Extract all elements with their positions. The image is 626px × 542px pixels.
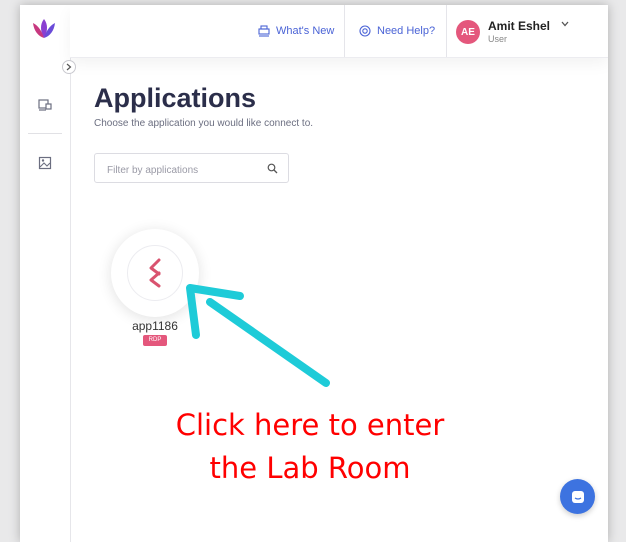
chat-icon bbox=[571, 490, 584, 503]
printer-icon bbox=[258, 25, 270, 37]
user-name[interactable]: Amit Eshel bbox=[488, 19, 550, 33]
filter-applications-box bbox=[94, 153, 289, 183]
need-help-link[interactable]: Need Help? bbox=[359, 5, 435, 57]
page-title: Applications bbox=[94, 83, 257, 113]
annotation-line-1: Click here to enter bbox=[175, 408, 445, 442]
app-tile[interactable] bbox=[111, 229, 199, 317]
search-icon[interactable] bbox=[267, 163, 278, 174]
page-subtitle: Choose the application you would like co… bbox=[94, 118, 314, 129]
whats-new-label: What's New bbox=[276, 25, 335, 37]
filter-applications-input[interactable] bbox=[105, 161, 259, 179]
sidebar-divider bbox=[28, 133, 62, 134]
user-role: User bbox=[488, 34, 508, 44]
lifebuoy-icon bbox=[359, 25, 371, 37]
app-protocol-badge: RDP bbox=[143, 335, 167, 346]
need-help-label: Need Help? bbox=[377, 25, 436, 37]
annotation-line-2: the Lab Room bbox=[209, 451, 411, 485]
app-icon-ring bbox=[127, 245, 183, 301]
topbar-separator bbox=[446, 5, 447, 57]
whats-new-link[interactable]: What's New bbox=[258, 5, 334, 57]
chevron-right-icon bbox=[66, 63, 72, 71]
sidebar-expand-button[interactable] bbox=[62, 60, 76, 74]
lotus-logo-icon[interactable] bbox=[31, 17, 57, 41]
rdp-chevrons-icon bbox=[149, 258, 161, 288]
top-bar: What's New Need Help? AE Amit Eshel User bbox=[70, 5, 608, 58]
app-name[interactable]: app1186 bbox=[111, 319, 199, 333]
topbar-separator bbox=[344, 5, 345, 57]
annotation-callout: Click here to enter the Lab Room bbox=[130, 404, 490, 490]
gallery-icon[interactable] bbox=[37, 155, 53, 171]
sidebar bbox=[20, 5, 71, 542]
avatar[interactable]: AE bbox=[456, 20, 480, 44]
desktop-apps-icon[interactable] bbox=[37, 97, 53, 113]
chat-support-button[interactable] bbox=[560, 479, 595, 514]
chevron-down-icon[interactable] bbox=[561, 21, 569, 27]
